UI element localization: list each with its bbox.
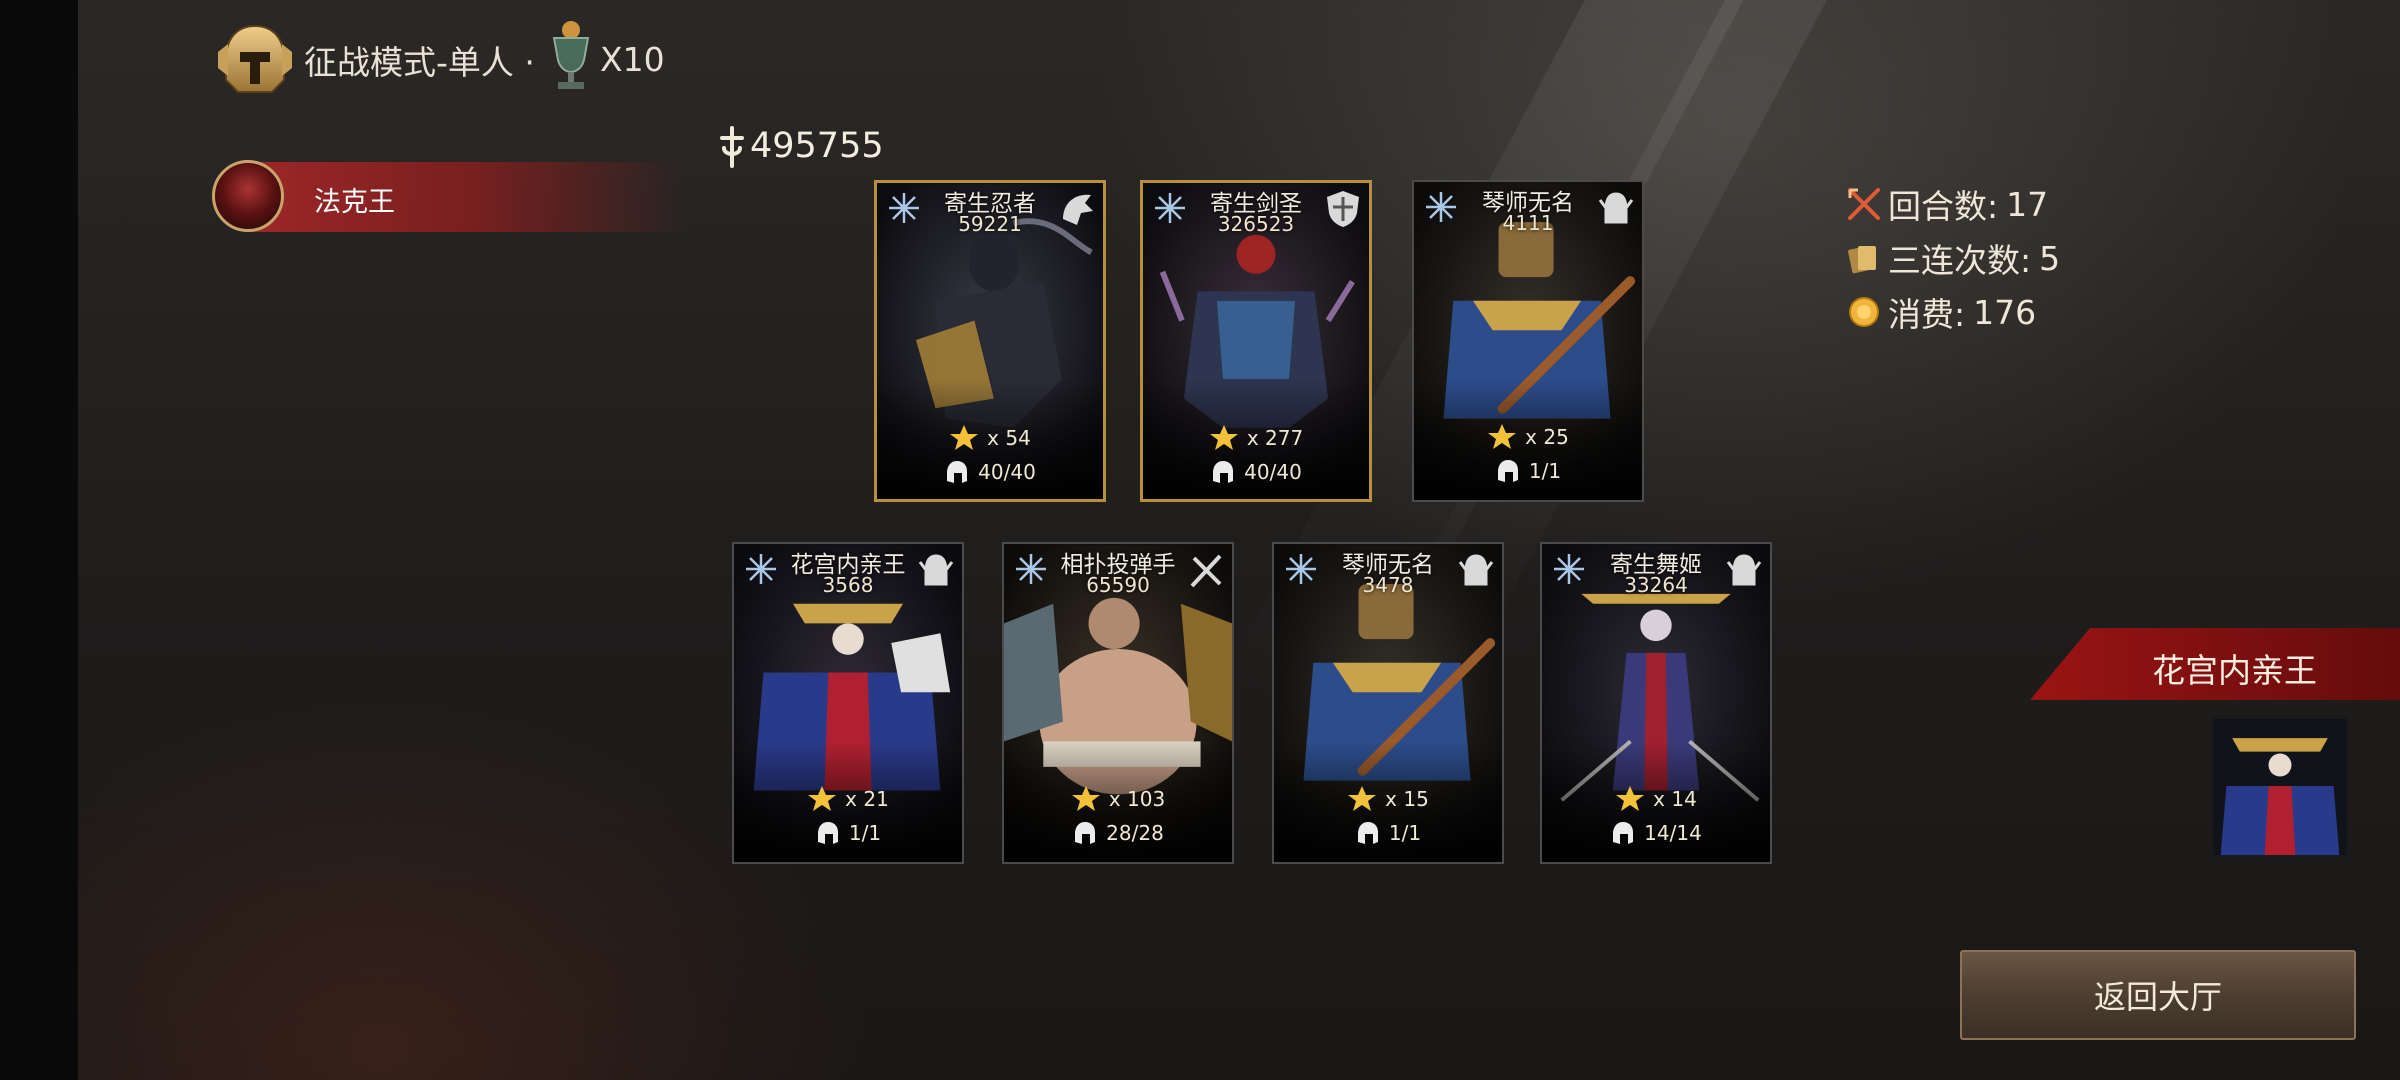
card-power: 33264: [1624, 573, 1688, 597]
player-avatar[interactable]: [212, 160, 284, 232]
rounds-value: 17: [2006, 184, 2049, 224]
helmet-small-icon: [1213, 461, 1234, 483]
cost-value: 176: [1973, 292, 2037, 332]
mode-label: 征战模式-单人 ·: [304, 43, 535, 82]
card-power: 326523: [1217, 212, 1295, 236]
featured-unit-name: 花宫内亲王: [2152, 651, 2317, 690]
card-stars: x 277: [1143, 423, 1369, 453]
helmet-small-icon: [947, 461, 968, 483]
rounds-label: 回合数:: [1888, 187, 1999, 226]
card-stars-count: x 277: [1246, 426, 1304, 450]
card-capacity-value: 1/1: [848, 821, 882, 845]
star-icon: [1616, 786, 1645, 811]
card-stars: x 103: [1004, 784, 1232, 814]
player-name: 法克王: [314, 187, 395, 218]
card-capacity: 40/40: [877, 459, 1103, 485]
card-capacity: 14/14: [1542, 820, 1770, 846]
card-stars-count: x 15: [1385, 787, 1429, 811]
card-power: 59221: [958, 212, 1022, 236]
crossed-swords-icon: [1848, 188, 1880, 220]
helmet-small-icon: [1497, 460, 1518, 482]
total-power-value: 495755: [750, 126, 884, 166]
rounds-stat: 回合数: 17: [1846, 180, 2048, 228]
card-capacity: 1/1: [734, 820, 962, 846]
card-stars: x 21: [734, 784, 962, 814]
card-stars-count: x 103: [1108, 787, 1166, 811]
cost-label: 消费:: [1888, 295, 1966, 334]
card-power: 3478: [1362, 573, 1414, 597]
unit-card[interactable]: 琴师无名 4111 x 25 1/1: [1412, 180, 1644, 502]
helmet-small-icon: [1357, 822, 1378, 844]
helmet-small-icon: [817, 822, 838, 844]
card-stars-count: x 21: [845, 787, 889, 811]
unit-card[interactable]: 花宫内亲王 3568 x 21 1/1: [732, 542, 964, 864]
triples-label: 三连次数:: [1888, 241, 2032, 280]
card-capacity-value: 1/1: [1388, 821, 1422, 845]
princess-thumbnail: [2213, 719, 2347, 855]
unit-card[interactable]: 相扑投弹手 65590 x 103 28/28: [1002, 542, 1234, 864]
card-stars: x 54: [877, 423, 1103, 453]
return-lobby-button[interactable]: 返回大厅: [1960, 950, 2356, 1040]
card-power: 65590: [1086, 573, 1150, 597]
card-capacity-value: 28/28: [1106, 821, 1164, 845]
triples-value: 5: [2039, 238, 2061, 278]
helmet-small-icon: [1075, 822, 1096, 844]
helmet-small-icon: [1613, 822, 1634, 844]
card-capacity: 1/1: [1414, 458, 1642, 484]
star-icon: [1209, 425, 1238, 450]
card-capacity: 1/1: [1274, 820, 1502, 846]
card-capacity-value: 40/40: [978, 460, 1036, 484]
triples-stat: 三连次数: 5: [1846, 234, 2060, 282]
card-power: 3568: [822, 573, 874, 597]
card-stars-count: x 14: [1653, 787, 1697, 811]
star-icon: [808, 786, 837, 811]
trophy-icon: [552, 21, 590, 89]
card-stars: x 15: [1274, 784, 1502, 814]
star-icon: [1348, 786, 1377, 811]
star-icon: [950, 425, 979, 450]
card-capacity: 40/40: [1143, 459, 1369, 485]
cost-stat: 消费: 176: [1846, 288, 2036, 336]
player-banner: [214, 162, 684, 232]
unit-card[interactable]: 寄生舞姬 33264 x 14 14/14: [1540, 542, 1772, 864]
card-stars: x 14: [1542, 784, 1770, 814]
helmet-icon: [218, 24, 292, 93]
card-stars-count: x 54: [987, 426, 1031, 450]
cards-icon: [1848, 246, 1876, 274]
card-stars: x 25: [1414, 422, 1642, 452]
unit-card[interactable]: 寄生剑圣 326523 x 277 40/40: [1140, 180, 1372, 502]
card-stars-count: x 25: [1525, 425, 1569, 449]
featured-unit-portrait[interactable]: [2210, 716, 2350, 858]
power-icon: [720, 126, 744, 168]
star-icon: [1071, 786, 1100, 811]
card-capacity-value: 14/14: [1644, 821, 1702, 845]
card-power: 4111: [1502, 211, 1554, 235]
star-icon: [1488, 424, 1517, 449]
unit-card[interactable]: 寄生忍者 59221 x 54 40/40: [874, 180, 1106, 502]
card-capacity: 28/28: [1004, 820, 1232, 846]
multiplier-label: X10: [600, 40, 665, 79]
card-capacity-value: 1/1: [1528, 459, 1562, 483]
coin-icon: [1849, 297, 1879, 327]
card-capacity-value: 40/40: [1244, 460, 1302, 484]
game-screen: 征战模式-单人 · X10 法克王 495755 回合数: 17 三连次数: 5: [78, 0, 2400, 1080]
unit-card[interactable]: 琴师无名 3478 x 15 1/1: [1272, 542, 1504, 864]
